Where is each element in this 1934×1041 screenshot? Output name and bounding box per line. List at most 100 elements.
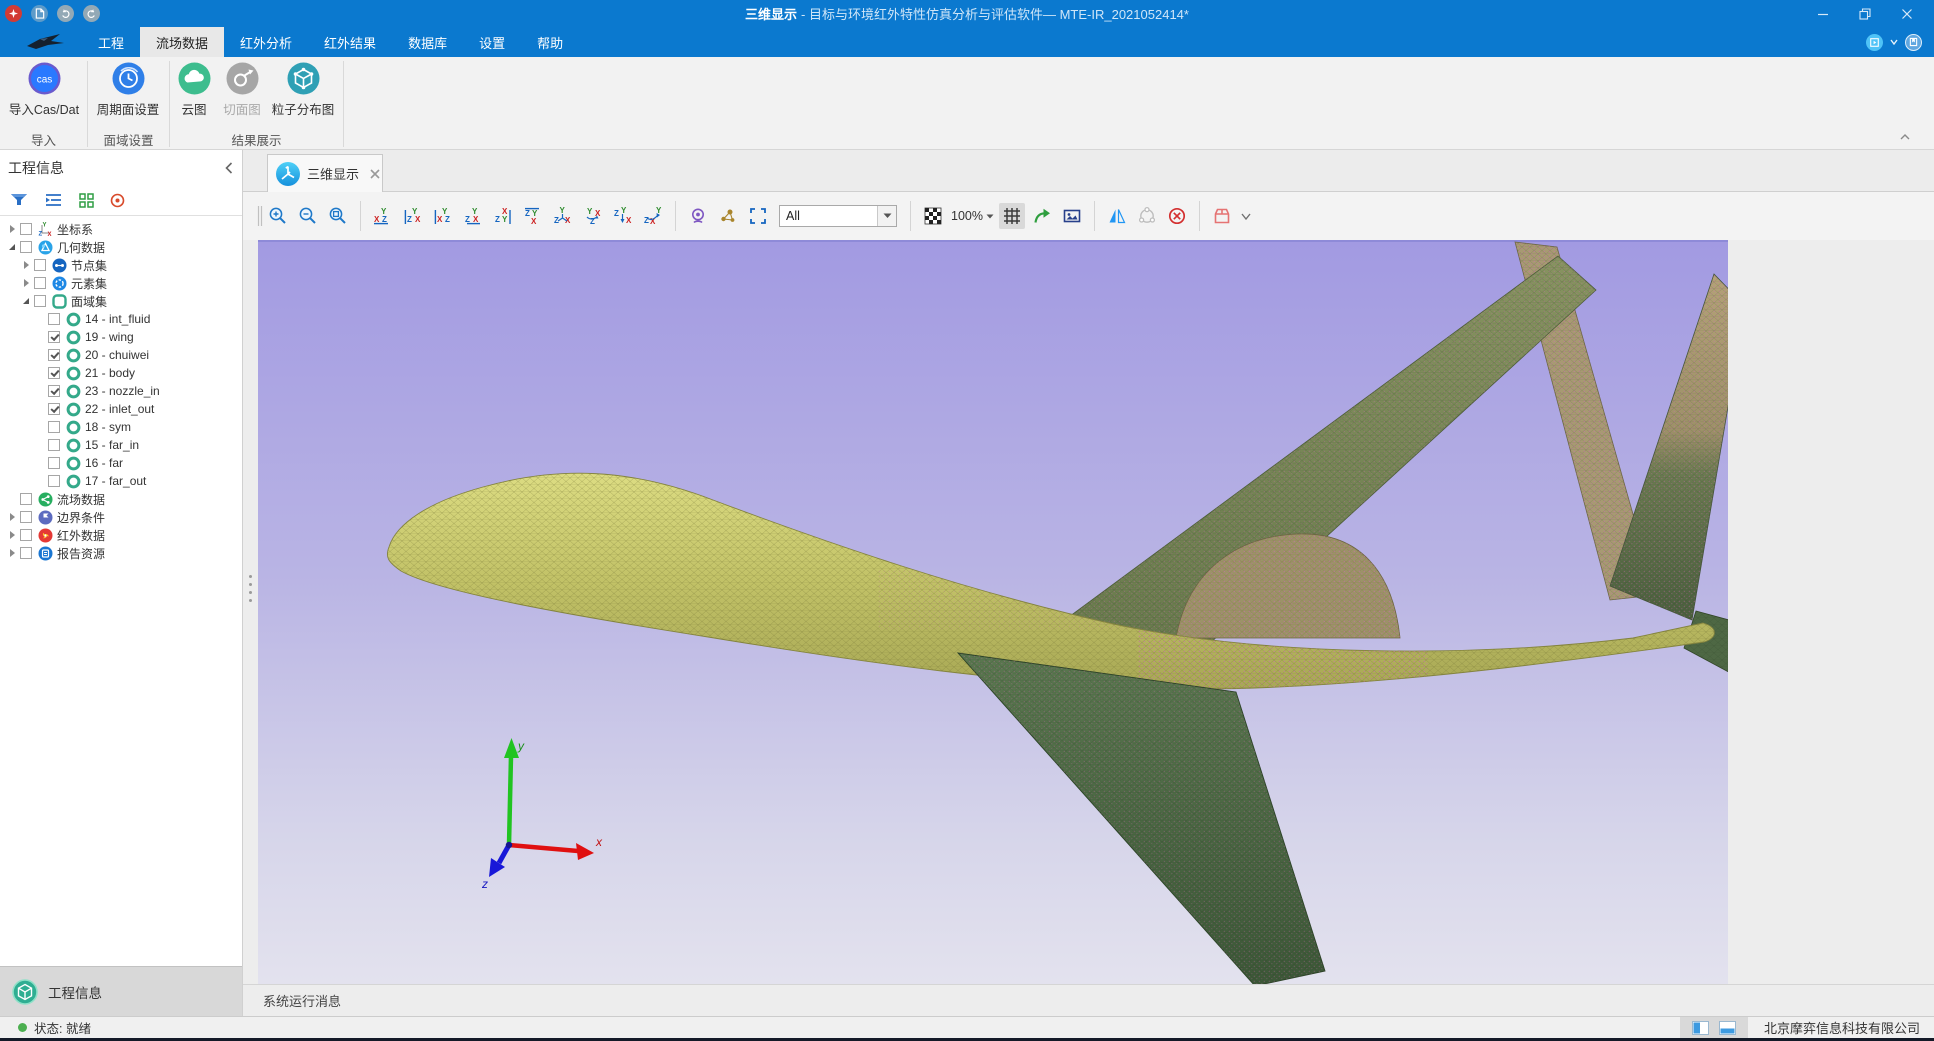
mesh-grid-toggle[interactable] — [999, 203, 1025, 229]
tree-item[interactable]: 15 - far_in — [0, 436, 242, 454]
ribbon-collapse-chevron[interactable] — [1898, 131, 1912, 143]
view-zx-right-button[interactable]: YZX — [460, 203, 486, 229]
layout-bottom-panel-icon[interactable] — [1719, 1021, 1736, 1035]
tree-item[interactable]: 元素集 — [0, 274, 242, 292]
remove-result-button[interactable] — [1164, 203, 1190, 229]
toolbar-drag-handle[interactable] — [257, 205, 263, 227]
expand-arrow[interactable] — [20, 260, 32, 270]
close-button[interactable] — [1900, 7, 1914, 21]
expand-arrow[interactable] — [6, 548, 18, 558]
view-zx-back-button[interactable]: YZX — [400, 203, 426, 229]
tree-item[interactable]: 21 - body — [0, 364, 242, 382]
visibility-checkbox[interactable] — [20, 547, 32, 559]
expand-arrow[interactable] — [6, 512, 18, 522]
tab-3d-view[interactable]: 三维显示 — [267, 154, 383, 192]
zoom-in-button[interactable] — [265, 203, 291, 229]
tab-close-icon[interactable] — [369, 168, 381, 180]
visibility-checkbox[interactable] — [48, 403, 60, 415]
zoom-fit-button[interactable] — [325, 203, 351, 229]
tree-item[interactable]: 边界条件 — [0, 508, 242, 526]
expand-arrow[interactable] — [6, 224, 18, 234]
app-menu-button[interactable] — [5, 5, 22, 22]
locate-target-icon[interactable] — [110, 193, 125, 208]
visibility-checkbox[interactable] — [48, 385, 60, 397]
panel-splitter-handle[interactable] — [247, 575, 253, 602]
snapshot-button[interactable] — [1059, 203, 1085, 229]
menu-item[interactable]: 红外分析 — [224, 27, 308, 57]
tree-item[interactable]: 面域集 — [0, 292, 242, 310]
periodic-copy-button[interactable] — [1134, 203, 1160, 229]
media-panel-button[interactable] — [1866, 34, 1883, 51]
zoom-out-button[interactable] — [295, 203, 321, 229]
tree-item[interactable]: 22 - inlet_out — [0, 400, 242, 418]
tree-item[interactable]: 几何数据 — [0, 238, 242, 256]
menu-item[interactable]: 数据库 — [392, 27, 463, 57]
tree-item[interactable]: 流场数据 — [0, 490, 242, 508]
ribbon-button[interactable]: 粒子分布图 — [262, 62, 344, 118]
help-book-button[interactable] — [1905, 34, 1922, 51]
visibility-checkbox[interactable] — [20, 511, 32, 523]
visibility-checkbox[interactable] — [48, 349, 60, 361]
undo-button[interactable] — [57, 5, 74, 22]
project-info-bottom-button[interactable]: 工程信息 — [0, 966, 242, 1016]
dropdown-caret-icon[interactable] — [1890, 39, 1898, 45]
transparency-button[interactable] — [920, 203, 946, 229]
view-iso-2-button[interactable]: YXZ — [580, 203, 606, 229]
tree-item[interactable]: 20 - chuiwei — [0, 346, 242, 364]
new-document-button[interactable] — [31, 5, 48, 22]
visibility-checkbox[interactable] — [48, 331, 60, 343]
view-iso-1-button[interactable]: YZX — [550, 203, 576, 229]
filter-icon[interactable] — [10, 193, 28, 207]
tree-item[interactable]: 19 - wing — [0, 328, 242, 346]
expand-arrow[interactable] — [20, 296, 32, 306]
tree-item[interactable]: 23 - nozzle_in — [0, 382, 242, 400]
mirror-button[interactable] — [1104, 203, 1130, 229]
view-iso-3-button[interactable]: ZYX — [610, 203, 636, 229]
box-select-button[interactable] — [745, 203, 771, 229]
tree-item[interactable]: 14 - int_fluid — [0, 310, 242, 328]
export-view-button[interactable] — [1029, 203, 1055, 229]
view-xz-front-button[interactable]: YXZ — [370, 203, 396, 229]
visibility-checkbox[interactable] — [48, 475, 60, 487]
menu-item[interactable]: 帮助 — [521, 27, 579, 57]
outline-list-icon[interactable] — [44, 193, 63, 207]
expand-arrow[interactable] — [20, 278, 32, 288]
view-zy-bottom-button[interactable]: ZYX — [520, 203, 546, 229]
tree-item[interactable]: 17 - far_out — [0, 472, 242, 490]
grid-view-icon[interactable] — [79, 193, 94, 208]
particles-display-button[interactable] — [715, 203, 741, 229]
camera-view-button[interactable] — [685, 203, 711, 229]
tree-item[interactable]: 红外数据 — [0, 526, 242, 544]
visibility-checkbox[interactable] — [34, 295, 46, 307]
archive-box-button[interactable] — [1209, 203, 1235, 229]
minimize-button[interactable] — [1816, 7, 1830, 21]
visibility-checkbox[interactable] — [48, 421, 60, 433]
tree-item[interactable]: 16 - far — [0, 454, 242, 472]
visibility-checkbox[interactable] — [20, 529, 32, 541]
tree-item[interactable]: 报告资源 — [0, 544, 242, 562]
visibility-checkbox[interactable] — [34, 277, 46, 289]
viewport-3d[interactable]: y x z — [258, 240, 1728, 984]
archive-dropdown-caret[interactable] — [1241, 213, 1251, 220]
collapse-panel-button[interactable] — [224, 161, 234, 175]
menu-item[interactable]: 工程 — [82, 27, 140, 57]
tree-item[interactable]: 18 - sym — [0, 418, 242, 436]
menu-item[interactable]: 设置 — [463, 27, 521, 57]
tree-item[interactable]: YZX坐标系 — [0, 220, 242, 238]
layout-left-panel-icon[interactable] — [1692, 1021, 1709, 1035]
combobox-dropdown-button[interactable] — [877, 206, 896, 226]
tree-item[interactable]: 节点集 — [0, 256, 242, 274]
ribbon-button[interactable]: cas导入Cas/Dat — [8, 62, 80, 118]
visibility-checkbox[interactable] — [20, 223, 32, 235]
restore-button[interactable] — [1858, 7, 1872, 21]
expand-arrow[interactable] — [6, 530, 18, 540]
visibility-checkbox[interactable] — [20, 241, 32, 253]
visibility-checkbox[interactable] — [48, 313, 60, 325]
expand-arrow[interactable] — [6, 242, 18, 252]
visibility-checkbox[interactable] — [34, 259, 46, 271]
visibility-checkbox[interactable] — [48, 457, 60, 469]
visibility-checkbox[interactable] — [48, 367, 60, 379]
menu-item[interactable]: 红外结果 — [308, 27, 392, 57]
opacity-level-dropdown[interactable]: 100% — [951, 209, 994, 223]
redo-button[interactable] — [83, 5, 100, 22]
